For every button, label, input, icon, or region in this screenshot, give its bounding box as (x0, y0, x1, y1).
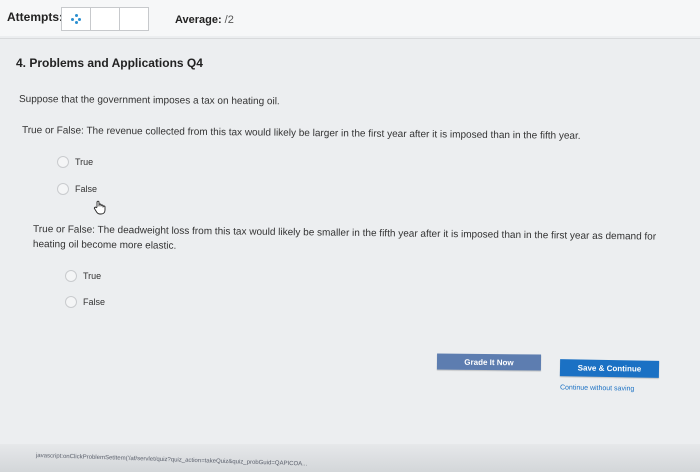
assignment-header: Attempts: Average:/2 (0, 0, 700, 36)
question-title: 4. Problems and Applications Q4 (16, 56, 203, 70)
radio-button[interactable] (65, 270, 77, 282)
attempt-slot (119, 7, 149, 31)
attempt-tracker (61, 7, 153, 31)
hand-cursor-icon (93, 200, 106, 215)
option-false-1[interactable]: False (57, 183, 97, 195)
continue-without-saving-link[interactable]: Continue without saving (560, 384, 634, 392)
option-true-2[interactable]: True (65, 270, 101, 282)
attempt-slot (90, 7, 120, 31)
option-label: False (75, 184, 98, 194)
option-label: True (83, 271, 102, 281)
option-label: False (83, 297, 106, 307)
average-score: Average:/2 (175, 14, 234, 26)
header-divider (0, 38, 700, 39)
radio-button[interactable] (65, 296, 77, 308)
save-and-continue-button[interactable]: Save & Continue (559, 359, 660, 378)
question-intro: Suppose that the government imposes a ta… (18, 94, 280, 108)
attempt-slot (61, 7, 91, 31)
average-value: /2 (224, 14, 234, 26)
status-url: javascript:onClickProblemSetItem('/af/se… (35, 453, 308, 468)
average-label: Average: (175, 14, 222, 26)
grade-it-now-button[interactable]: Grade It Now (436, 353, 542, 371)
option-false-2[interactable]: False (65, 296, 105, 308)
in-progress-icon (71, 14, 81, 24)
radio-button[interactable] (57, 183, 69, 195)
statement-1: True or False: The revenue collected fro… (21, 125, 581, 142)
statement-2: True or False: The deadweight loss from … (32, 224, 657, 252)
browser-status-bar: javascript:onClickProblemSetItem('/af/se… (0, 444, 700, 472)
attempts-label: Attempts: (7, 10, 63, 24)
option-true-1[interactable]: True (57, 156, 93, 168)
option-label: True (75, 157, 94, 167)
radio-button[interactable] (57, 156, 69, 168)
